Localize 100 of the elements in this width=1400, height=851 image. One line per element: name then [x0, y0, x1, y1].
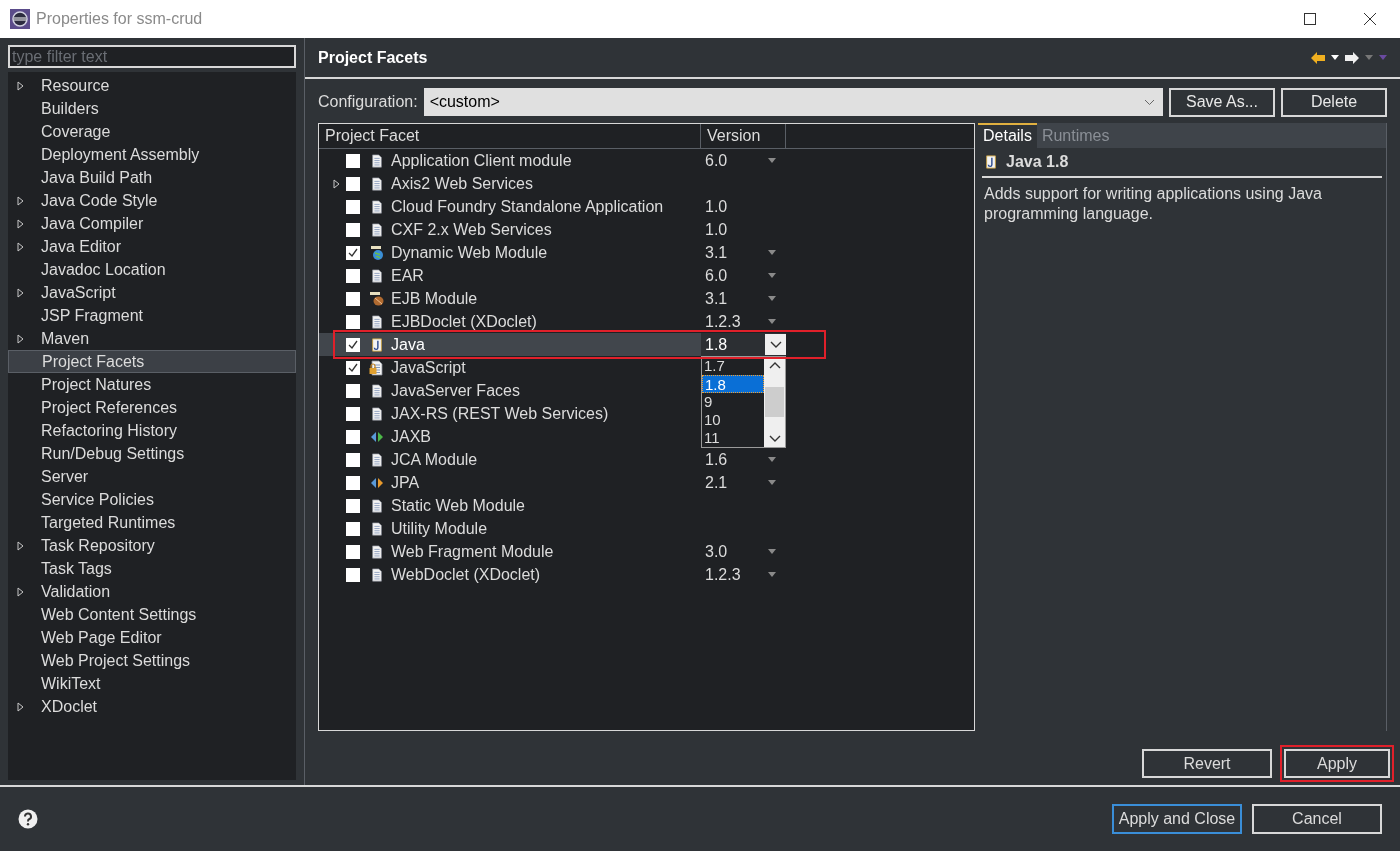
- facet-row[interactable]: Static Web Module: [319, 494, 786, 517]
- chevron-up-icon[interactable]: [768, 361, 781, 369]
- checkbox[interactable]: [346, 498, 360, 513]
- checkbox[interactable]: [346, 291, 360, 306]
- sidebar-item[interactable]: Run/Debug Settings: [8, 442, 296, 465]
- version-option[interactable]: 9: [702, 393, 764, 411]
- column-header[interactable]: Project Facet: [319, 124, 701, 148]
- version-combo[interactable]: 1.8: [701, 333, 786, 356]
- expand-arrow-icon[interactable]: [17, 195, 24, 206]
- caret-icon[interactable]: [1331, 55, 1339, 60]
- sidebar-item[interactable]: Task Repository: [8, 534, 296, 557]
- facet-version[interactable]: 1.0: [705, 196, 728, 217]
- facet-row[interactable]: JAX-RS (REST Web Services): [319, 402, 701, 425]
- expand-arrow-icon[interactable]: [17, 333, 24, 344]
- sidebar-item[interactable]: Validation: [8, 580, 296, 603]
- version-caret-icon[interactable]: [768, 273, 776, 278]
- facet-version[interactable]: 1.2.3: [705, 564, 741, 585]
- facet-row[interactable]: Application Client module 6.0: [319, 149, 786, 172]
- facet-row[interactable]: Axis2 Web Services: [319, 172, 786, 195]
- facet-row[interactable]: JCA Module 1.6: [319, 448, 786, 471]
- checkbox[interactable]: [346, 429, 360, 444]
- expand-arrow-icon[interactable]: [17, 540, 24, 551]
- forward-arrow-icon[interactable]: [1345, 51, 1359, 64]
- chevron-down-icon[interactable]: [769, 340, 782, 349]
- page-button[interactable]: Apply: [1280, 745, 1394, 782]
- facet-version[interactable]: 2.1: [705, 472, 728, 493]
- checkbox[interactable]: [346, 383, 360, 398]
- facet-row[interactable]: EJBDoclet (XDoclet) 1.2.3: [319, 310, 786, 333]
- facet-row[interactable]: JavaServer Faces: [319, 379, 701, 402]
- facet-row[interactable]: JAXB: [319, 425, 701, 448]
- checkbox[interactable]: [346, 222, 360, 237]
- version-caret-icon[interactable]: [768, 457, 776, 462]
- facet-version[interactable]: 3.1: [705, 288, 728, 309]
- expand-arrow-icon[interactable]: [17, 701, 24, 712]
- sidebar-item[interactable]: Builders: [8, 97, 296, 120]
- version-option[interactable]: 10: [702, 411, 764, 429]
- help-icon[interactable]: [18, 809, 38, 829]
- facet-version[interactable]: 3.0: [705, 541, 728, 562]
- facet-row[interactable]: EAR 6.0: [319, 264, 786, 287]
- dialog-button[interactable]: Cancel: [1252, 804, 1382, 834]
- facet-row[interactable]: Web Fragment Module 3.0: [319, 540, 786, 563]
- version-caret-icon[interactable]: [768, 549, 776, 554]
- scrollbar[interactable]: [764, 357, 785, 447]
- sidebar-item[interactable]: Project References: [8, 396, 296, 419]
- dialog-button[interactable]: Apply and Close: [1112, 804, 1242, 834]
- sidebar-item[interactable]: Web Project Settings: [8, 649, 296, 672]
- sidebar-item[interactable]: Targeted Runtimes: [8, 511, 296, 534]
- details-tab[interactable]: Details: [978, 123, 1037, 148]
- sidebar-item[interactable]: Server: [8, 465, 296, 488]
- facet-version[interactable]: 3.1: [705, 242, 728, 263]
- checkbox[interactable]: [346, 521, 360, 536]
- maximize-icon[interactable]: [1304, 13, 1316, 25]
- checkbox[interactable]: [346, 567, 360, 582]
- checkbox[interactable]: [346, 314, 360, 329]
- version-option[interactable]: 1.7: [702, 357, 764, 375]
- checkbox[interactable]: [346, 245, 360, 260]
- expand-arrow-icon[interactable]: [17, 241, 24, 252]
- facet-version[interactable]: 1.2.3: [705, 311, 741, 332]
- expand-arrow-icon[interactable]: [17, 287, 24, 298]
- version-option[interactable]: 1.8: [702, 375, 764, 393]
- version-caret-icon[interactable]: [768, 296, 776, 301]
- expand-arrow-icon[interactable]: [333, 178, 340, 189]
- checkbox[interactable]: [346, 544, 360, 559]
- sidebar-item[interactable]: Service Policies: [8, 488, 296, 511]
- facet-version[interactable]: 6.0: [705, 150, 728, 171]
- sidebar-item[interactable]: Refactoring History: [8, 419, 296, 442]
- facet-row[interactable]: EJB Module 3.1: [319, 287, 786, 310]
- expand-arrow-icon[interactable]: [17, 586, 24, 597]
- checkbox[interactable]: [346, 176, 360, 191]
- sidebar-item[interactable]: Java Build Path: [8, 166, 296, 189]
- configuration-button[interactable]: Save As...: [1169, 87, 1275, 117]
- checkbox[interactable]: [346, 268, 360, 283]
- sidebar-item[interactable]: Java Editor: [8, 235, 296, 258]
- sidebar-item[interactable]: Java Code Style: [8, 189, 296, 212]
- facet-row[interactable]: Dynamic Web Module 3.1: [319, 241, 786, 264]
- sidebar-item[interactable]: JSP Fragment: [8, 304, 296, 327]
- sidebar-item[interactable]: Java Compiler: [8, 212, 296, 235]
- sidebar-item[interactable]: WikiText: [8, 672, 296, 695]
- facet-row[interactable]: JPA 2.1: [319, 471, 786, 494]
- version-caret-icon[interactable]: [768, 480, 776, 485]
- sidebar-item[interactable]: Deployment Assembly: [8, 143, 296, 166]
- back-arrow-icon[interactable]: [1311, 51, 1325, 64]
- sidebar-item[interactable]: Javadoc Location: [8, 258, 296, 281]
- facet-version[interactable]: 1.0: [705, 219, 728, 240]
- version-caret-icon[interactable]: [768, 319, 776, 324]
- sidebar-item[interactable]: Project Facets: [8, 350, 296, 373]
- sidebar-item[interactable]: Project Natures: [8, 373, 296, 396]
- facet-row[interactable]: Utility Module: [319, 517, 786, 540]
- expand-arrow-icon[interactable]: [17, 80, 24, 91]
- expand-arrow-icon[interactable]: [17, 218, 24, 229]
- facet-row[interactable]: JavaScript: [319, 356, 701, 379]
- version-caret-icon[interactable]: [768, 158, 776, 163]
- checkbox[interactable]: [346, 153, 360, 168]
- version-option[interactable]: 11: [702, 429, 764, 447]
- facet-row[interactable]: Cloud Foundry Standalone Application 1.0: [319, 195, 786, 218]
- facet-row[interactable]: CXF 2.x Web Services 1.0: [319, 218, 786, 241]
- sidebar-item[interactable]: Task Tags: [8, 557, 296, 580]
- checkbox[interactable]: [346, 360, 360, 375]
- facet-row[interactable]: WebDoclet (XDoclet) 1.2.3: [319, 563, 786, 586]
- facet-row[interactable]: Java 1.8: [319, 333, 786, 356]
